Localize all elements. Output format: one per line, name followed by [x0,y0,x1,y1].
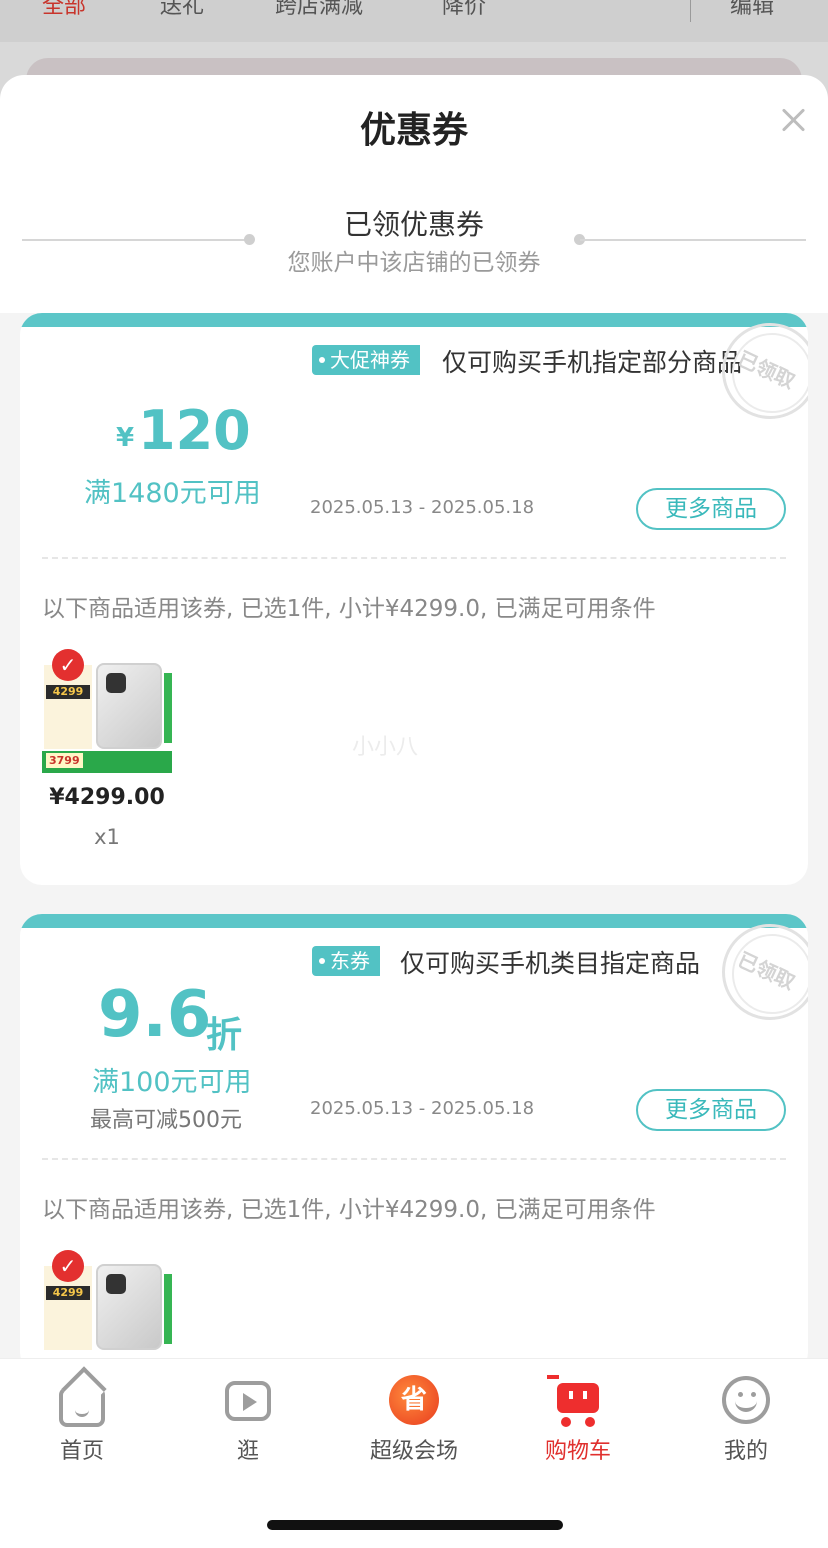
applicable-summary: 以下商品适用该券, 已选1件, 小计¥4299.0, 已满足可用条件 [42,596,656,622]
phone-image [96,1264,162,1350]
tab-cross-store[interactable]: 跨店满减 [275,0,363,20]
coupon-card: 东券 仅可购买手机类目指定商品 已领取 9.6 折 满100元可用 最高可减50… [20,914,808,1374]
nav-cart[interactable]: 购物车 [518,1375,638,1465]
coupon-card: 大促神券 仅可购买手机指定部分商品 已领取 ¥ 120 满1480元可用 202… [20,313,808,885]
smiley-icon [721,1375,771,1425]
coupon-condition: 满1480元可用 [84,478,261,509]
coupon-validity: 2025.05.13 - 2025.05.18 [310,497,535,518]
phone-image [96,663,162,749]
coupon-band [20,313,808,327]
section-title: 已领优惠券 [343,208,484,241]
product-price: ¥4299.00 [49,785,165,810]
nav-super-venue[interactable]: 省 超级会场 [354,1375,474,1465]
home-indicator[interactable] [267,1520,563,1530]
coupon-validity: 2025.05.13 - 2025.05.18 [310,1098,535,1119]
nav-label: 我的 [723,1439,768,1464]
claimed-stamp-icon: 已领取 [722,323,808,419]
close-icon[interactable] [776,103,810,137]
top-tab-bar: 全部 送礼 跨店满减 降价 编辑 [0,0,828,42]
cart-icon [547,1375,603,1427]
selected-check-icon[interactable]: ✓ [52,649,84,681]
edit-button[interactable]: 编辑 [730,0,774,20]
tab-divider [690,0,691,22]
coupon-list[interactable]: 大促神券 仅可购买手机指定部分商品 已领取 ¥ 120 满1480元可用 202… [0,313,828,1374]
nav-label: 逛 [236,1439,259,1464]
watermark-text: 小小八 [352,735,419,760]
coupon-sheet: 优惠券 已领优惠券 您账户中该店铺的已领券 大促神券 仅可购买手机指定部分商品 … [0,75,828,1548]
video-icon [223,1375,273,1425]
coupon-tag: 东券 [312,946,380,976]
tab-gift[interactable]: 送礼 [160,0,204,20]
product-thumbnail[interactable]: 4299 ✓ [42,1248,172,1374]
nav-label: 购物车 [544,1439,611,1464]
coupon-cap: 最高可减500元 [90,1108,242,1133]
sheet-title: 优惠券 [359,110,468,151]
tab-price-drop[interactable]: 降价 [442,0,486,20]
home-icon [57,1375,107,1427]
super-venue-icon: 省 [389,1375,439,1425]
coupon-tag: 大促神券 [312,345,420,375]
currency-symbol: ¥ [116,423,135,453]
nav-label: 首页 [59,1439,104,1464]
applicable-summary: 以下商品适用该券, 已选1件, 小计¥4299.0, 已满足可用条件 [42,1197,656,1223]
coupon-band [20,914,808,928]
coupon-amount: 120 [138,399,251,462]
product-thumbnail[interactable]: 4299 3799 ✓ [42,647,172,777]
coupon-scope: 仅可购买手机类目指定商品 [400,949,701,978]
product-quantity: x1 [94,825,120,849]
product-badge-price: 4299 [46,685,90,699]
selected-check-icon[interactable]: ✓ [52,1250,84,1282]
tab-all[interactable]: 全部 [42,0,86,20]
coupon-discount: 9.6 [98,978,212,1052]
more-products-button[interactable]: 更多商品 [636,488,786,530]
nav-browse[interactable]: 逛 [188,1375,308,1465]
nav-label: 超级会场 [369,1439,458,1464]
coupon-scope: 仅可购买手机指定部分商品 [442,348,743,377]
product-promo-price: 3799 [46,753,83,768]
dashed-divider [42,1158,786,1160]
dashed-divider [42,557,786,559]
coupon-condition: 满100元可用 [92,1067,252,1098]
more-products-button[interactable]: 更多商品 [636,1089,786,1131]
product-badge-price: 4299 [46,1286,90,1300]
section-subtitle: 您账户中该店铺的已领券 [287,250,541,276]
claimed-stamp-icon: 已领取 [722,924,808,1020]
nav-home[interactable]: 首页 [22,1375,142,1465]
discount-unit: 折 [206,1015,243,1056]
nav-me[interactable]: 我的 [686,1375,806,1465]
